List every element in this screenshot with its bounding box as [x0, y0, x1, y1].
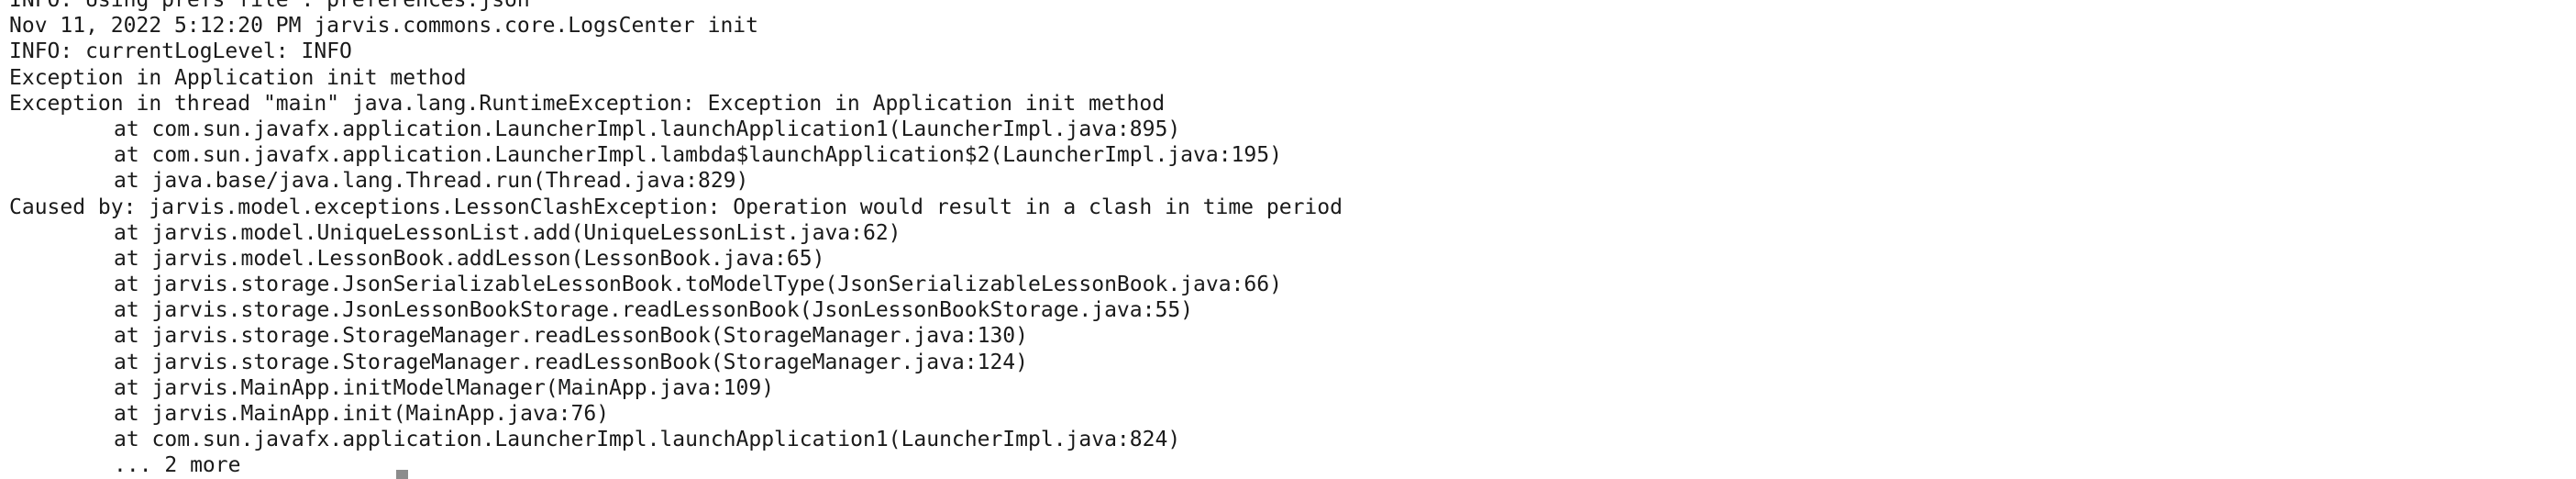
stack-trace-line: at jarvis.MainApp.initModelManager(MainA…: [114, 375, 775, 400]
stack-trace-line: at com.sun.javafx.application.LauncherIm…: [114, 117, 1181, 141]
stack-trace-line: at jarvis.storage.JsonLessonBookStorage.…: [114, 298, 1194, 323]
stack-trace-line: at jarvis.storage.StorageManager.readLes…: [114, 350, 1028, 374]
stack-trace-line: at jarvis.model.UniqueLessonList.add(Uni…: [114, 220, 901, 245]
stack-trace-line: at com.sun.javafx.application.LauncherIm…: [114, 428, 1181, 452]
terminal-window[interactable]: INFO: Using prefs file : preferences.jso…: [0, 0, 2576, 479]
stack-trace-line: at jarvis.storage.StorageManager.readLes…: [114, 324, 1028, 349]
terminal-line: INFO: currentLogLevel: INFO: [9, 39, 352, 64]
terminal-line: Nov 11, 2022 5:12:20 PM jarvis.commons.c…: [9, 14, 758, 39]
terminal-line: Exception in Application init method: [9, 65, 467, 90]
stack-trace-line: at jarvis.MainApp.init(MainApp.java:76): [114, 402, 610, 426]
terminal-output: INFO: Using prefs file : preferences.jso…: [9, 0, 1343, 479]
stack-trace-line: at jarvis.model.LessonBook.addLesson(Les…: [114, 246, 825, 271]
stack-trace-line: at java.base/java.lang.Thread.run(Thread…: [114, 169, 749, 194]
stack-trace-line: at jarvis.storage.JsonSerializableLesson…: [114, 273, 1282, 297]
terminal-line: Caused by: jarvis.model.exceptions.Lesso…: [9, 195, 1343, 219]
stack-trace-line: at com.sun.javafx.application.LauncherIm…: [114, 143, 1282, 168]
text-cursor: [396, 470, 408, 479]
stack-trace-line: ... 2 more: [114, 453, 241, 478]
terminal-line: Exception in thread "main" java.lang.Run…: [9, 91, 1166, 116]
terminal-line: INFO: Using prefs file : preferences.jso…: [9, 0, 530, 12]
